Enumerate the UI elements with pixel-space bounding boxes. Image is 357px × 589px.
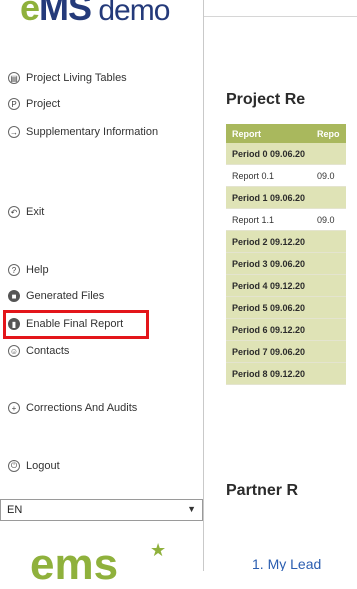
sidebar-item-label: Generated Files [26,290,105,302]
table-row[interactable]: Period 8 09.12.20 [226,362,346,385]
help-icon: ? [8,264,20,276]
sidebar-item-help[interactable]: ? Help [8,264,49,276]
sidebar-item-supplementary-information[interactable]: → Supplementary Information [8,126,158,138]
table-row[interactable]: Period 3 09.06.20 [226,252,346,275]
sidebar-item-label: Logout [26,460,60,472]
sidebar-item-corrections-and-audits[interactable]: + Corrections And Audits [8,402,137,414]
table-cell: Report 1.1 [226,208,312,231]
sidebar-item-logout[interactable]: ⏻ Logout [8,460,60,472]
sidebar: eMS demo ▤ Project Living Tables P Proje… [0,0,203,587]
table-cell [311,296,346,319]
sidebar-item-project[interactable]: P Project [8,98,60,110]
table-cell [311,143,346,165]
table-cell: Period 5 09.06.20 [226,296,312,319]
language-select[interactable]: EN ▼ [0,499,203,521]
top-divider [204,16,357,17]
sidebar-item-label: Supplementary Information [26,126,159,138]
project-icon: P [8,98,20,110]
sidebar-item-label: Project Living Tables [26,72,127,84]
table-row[interactable]: Period 4 09.12.20 [226,274,346,297]
my-lead-link[interactable]: 1. My Lead [252,556,321,571]
table-cell: 09.0 [311,208,346,231]
plus-icon: + [8,402,20,414]
column-header-report[interactable]: Report [226,124,312,143]
table-icon: ▤ [8,72,20,84]
ems-logo: eMS demo [20,0,170,28]
star-icon: ★ [150,540,167,560]
table-row[interactable]: Period 6 09.12.20 [226,318,346,341]
table-cell [311,340,346,363]
sidebar-item-contacts[interactable]: ☺ Contacts [8,345,69,357]
column-header-report-date[interactable]: Repo [311,124,346,143]
sidebar-item-label: Help [26,264,49,276]
sidebar-item-generated-files[interactable]: ■ Generated Files [8,290,104,302]
sidebar-item-label: Contacts [26,345,70,357]
ems-footer-logo: ems [30,540,119,589]
table-row[interactable]: Period 0 09.06.20 [226,143,346,165]
highlight-box [3,310,149,339]
main-content: Project Re Report Repo Period 0 09.06.20… [203,0,357,571]
table-row[interactable]: Period 7 09.06.20 [226,340,346,363]
table-row[interactable]: Period 1 09.06.20 [226,186,346,209]
table-cell: Period 3 09.06.20 [226,252,312,275]
table-cell [311,186,346,209]
contacts-icon: ☺ [8,345,20,357]
table-cell: Period 0 09.06.20 [226,143,312,165]
table-cell: Report 0.1 [226,164,312,187]
table-cell [311,362,346,385]
table-cell: 09.0 [311,164,346,187]
table-cell: Period 2 09.12.20 [226,230,312,253]
table-cell [311,318,346,341]
table-cell [311,252,346,275]
table-row[interactable]: Period 5 09.06.20 [226,296,346,319]
section-title-partner-reports: Partner R [226,482,299,499]
info-icon: → [8,126,20,138]
chevron-down-icon: ▼ [187,504,196,514]
sidebar-item-exit[interactable]: ↶ Exit [8,206,44,218]
table-row[interactable]: Period 2 09.12.20 [226,230,346,253]
table-cell: Period 8 09.12.20 [226,362,312,385]
sidebar-item-label: Corrections And Audits [26,402,138,414]
table-cell: Period 1 09.06.20 [226,186,312,209]
sidebar-item-label: Exit [26,206,45,218]
table-cell: Period 6 09.12.20 [226,318,312,341]
table-header-row: Report Repo [226,124,346,143]
table-cell: Period 7 09.06.20 [226,340,312,363]
power-icon: ⏻ [8,460,20,472]
files-icon: ■ [8,290,20,302]
sidebar-item-project-living-tables[interactable]: ▤ Project Living Tables [8,72,127,84]
sidebar-item-label: Project [26,98,61,110]
exit-icon: ↶ [8,206,20,218]
section-title-project-reports: Project Re [226,91,306,108]
table-row[interactable]: Report 1.1 09.0 [226,208,346,231]
table-cell [311,230,346,253]
reports-table: Report Repo Period 0 09.06.20 Report 0.1… [226,124,346,385]
table-cell [311,274,346,297]
table-cell: Period 4 09.12.20 [226,274,312,297]
language-select-value: EN [7,504,23,516]
table-row[interactable]: Report 0.1 09.0 [226,164,346,187]
